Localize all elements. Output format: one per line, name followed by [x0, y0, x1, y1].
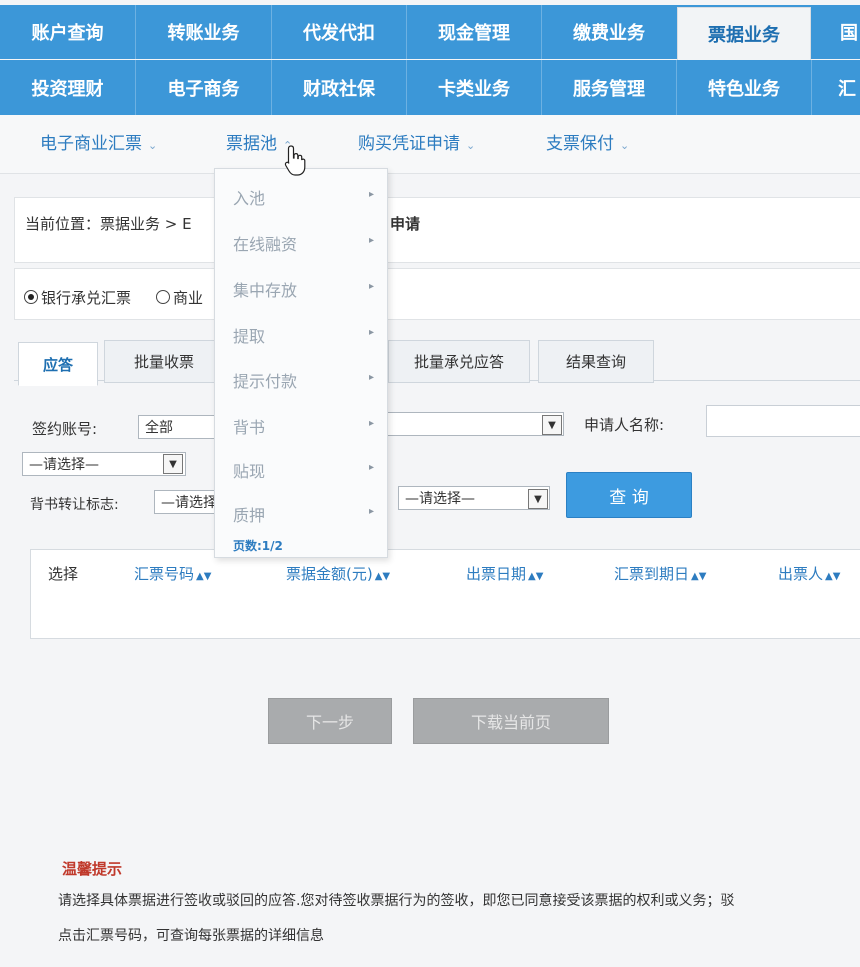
- column-header-label: 出票人: [778, 565, 824, 583]
- menu-item-central-deposit[interactable]: 集中存放: [233, 277, 297, 301]
- sort-icon[interactable]: ▲▼: [528, 571, 543, 582]
- nav-international[interactable]: 国: [812, 5, 860, 59]
- chevron-right-icon: ▸: [369, 506, 375, 517]
- sign-account-select-right[interactable]: [386, 412, 564, 436]
- chevron-down-icon: ⌄: [620, 139, 630, 152]
- endorse-flag-select[interactable]: —请选择: [154, 490, 218, 514]
- tab-batch-acceptance-response[interactable]: 批量承兑应答: [388, 340, 530, 383]
- query-button[interactable]: 查 询: [566, 472, 692, 518]
- applicant-name-label: 申请人名称:: [584, 416, 665, 434]
- subnav-label: 支票保付: [546, 134, 614, 154]
- menu-item-pledge[interactable]: 质押: [233, 502, 265, 526]
- menu-pagination[interactable]: 页数:1/2: [233, 537, 283, 554]
- nav-bill-business[interactable]: 票据业务: [677, 7, 811, 61]
- download-page-button[interactable]: 下载当前页: [413, 698, 609, 744]
- subnav-label: 票据池: [226, 134, 277, 154]
- chevron-right-icon: ▸: [369, 281, 375, 292]
- radio-commercial[interactable]: 商业: [156, 287, 203, 308]
- column-header-label: 汇票号码: [134, 565, 195, 583]
- tips-line-1: 请选择具体票据进行签收或驳回的应答.您对待签收票据行为的签收，即您已同意接受该票…: [58, 893, 735, 909]
- nav-card-business[interactable]: 卡类业务: [407, 60, 541, 115]
- breadcrumb: 当前位置：票据业务 > E: [25, 215, 192, 233]
- subnav-voucher-purchase[interactable]: 购买凭证申请 ⌄: [358, 129, 475, 154]
- menu-item-payment-prompt[interactable]: 提示付款: [233, 368, 297, 392]
- nav-payment[interactable]: 缴费业务: [542, 5, 676, 59]
- chevron-right-icon: ▸: [369, 462, 375, 473]
- breadcrumb-current: 申请: [390, 215, 421, 233]
- next-step-button[interactable]: 下一步: [268, 698, 392, 744]
- radio-checked-icon: [24, 290, 38, 304]
- sign-account-select[interactable]: 全部: [138, 415, 218, 439]
- column-header-drawer[interactable]: 出票人 ▲▼: [778, 563, 840, 584]
- chevron-down-icon[interactable]: ▼: [542, 415, 562, 435]
- chevron-right-icon: ▸: [369, 235, 375, 246]
- nav-ecommerce[interactable]: 电子商务: [136, 60, 271, 115]
- nav-transfer[interactable]: 转账业务: [136, 5, 271, 59]
- hand-cursor-icon: [284, 145, 306, 176]
- endorse-flag-label: 背书转让标志:: [30, 497, 119, 513]
- nav-cash-management[interactable]: 现金管理: [407, 5, 541, 59]
- column-header-issue-date[interactable]: 出票日期 ▲▼: [466, 563, 543, 584]
- bill-pool-dropdown: 入池 ▸ 在线融资 ▸ 集中存放 ▸ 提取 ▸ 提示付款 ▸ 背书 ▸ 贴现 ▸…: [214, 168, 388, 558]
- sort-icon[interactable]: ▲▼: [691, 571, 706, 582]
- chevron-right-icon: ▸: [369, 418, 375, 429]
- chevron-down-icon[interactable]: ▼: [528, 489, 548, 509]
- select-field-1[interactable]: —请选择—: [22, 452, 186, 476]
- chevron-down-icon: ⌄: [466, 139, 476, 152]
- top-nav-row-2: 投资理财 电子商务 财政社保 卡类业务 服务管理 特色业务 汇: [0, 60, 860, 115]
- radio-label: 商业: [173, 289, 204, 307]
- column-header-select: 选择: [48, 565, 79, 583]
- nav-featured[interactable]: 特色业务: [677, 60, 811, 115]
- tips-title: 温馨提示: [62, 860, 123, 878]
- nav-service-management[interactable]: 服务管理: [542, 60, 676, 115]
- chevron-down-icon[interactable]: ▼: [163, 454, 183, 474]
- sign-account-label: 签约账号:: [32, 420, 98, 438]
- sort-icon[interactable]: ▲▼: [375, 571, 390, 582]
- menu-item-endorse[interactable]: 背书: [233, 414, 265, 438]
- nav-remittance[interactable]: 汇: [812, 60, 860, 115]
- nav-investment[interactable]: 投资理财: [0, 60, 135, 115]
- subnav-electronic-bill[interactable]: 电子商业汇票 ⌄: [40, 129, 157, 154]
- column-header-bill-number[interactable]: 汇票号码 ▲▼: [134, 563, 211, 584]
- column-header-label: 出票日期: [466, 565, 527, 583]
- tab-response[interactable]: 应答: [18, 342, 98, 386]
- chevron-right-icon: ▸: [369, 189, 375, 200]
- chevron-right-icon: ▸: [369, 327, 375, 338]
- tips-line-2: 点击汇票号码，可查询每张票据的详细信息: [58, 928, 324, 944]
- column-header-label: 汇票到期日: [614, 565, 690, 583]
- chevron-right-icon: ▸: [369, 372, 375, 383]
- tab-result-query[interactable]: 结果查询: [538, 340, 654, 383]
- sort-icon[interactable]: ▲▼: [196, 571, 211, 582]
- applicant-name-input[interactable]: [706, 405, 860, 437]
- top-nav-row-1: 账户查询 转账业务 代发代扣 现金管理 缴费业务 票据业务 国: [0, 5, 860, 61]
- subnav-cheque-guarantee[interactable]: 支票保付 ⌄: [546, 129, 629, 154]
- nav-account-query[interactable]: 账户查询: [0, 5, 135, 59]
- bill-type-panel: [14, 268, 860, 320]
- column-header-label: 票据金额(元): [286, 565, 373, 583]
- nav-finance-social[interactable]: 财政社保: [272, 60, 406, 115]
- tab-batch-receive[interactable]: 批量收票: [104, 340, 224, 383]
- radio-unchecked-icon: [156, 290, 170, 304]
- chevron-down-icon: ⌄: [148, 139, 158, 152]
- subnav-label: 购买凭证申请: [358, 134, 460, 154]
- subnav-bill-pool[interactable]: 票据池 ⌃: [226, 129, 292, 154]
- column-header-due-date[interactable]: 汇票到期日 ▲▼: [614, 563, 706, 584]
- menu-item-pool-in[interactable]: 入池: [233, 185, 265, 209]
- menu-item-discount[interactable]: 贴现: [233, 458, 265, 482]
- column-header-amount[interactable]: 票据金额(元) ▲▼: [286, 563, 390, 584]
- radio-label: 银行承兑汇票: [41, 289, 132, 307]
- menu-item-withdraw[interactable]: 提取: [233, 323, 265, 347]
- radio-bank-acceptance[interactable]: 银行承兑汇票: [24, 287, 131, 308]
- subnav-label: 电子商业汇票: [40, 134, 142, 154]
- nav-payroll[interactable]: 代发代扣: [272, 5, 406, 59]
- sort-icon[interactable]: ▲▼: [825, 571, 840, 582]
- menu-item-online-financing[interactable]: 在线融资: [233, 231, 297, 255]
- sub-nav-bar: 电子商业汇票 ⌄ 票据池 ⌃ 购买凭证申请 ⌄ 支票保付 ⌄: [0, 115, 860, 174]
